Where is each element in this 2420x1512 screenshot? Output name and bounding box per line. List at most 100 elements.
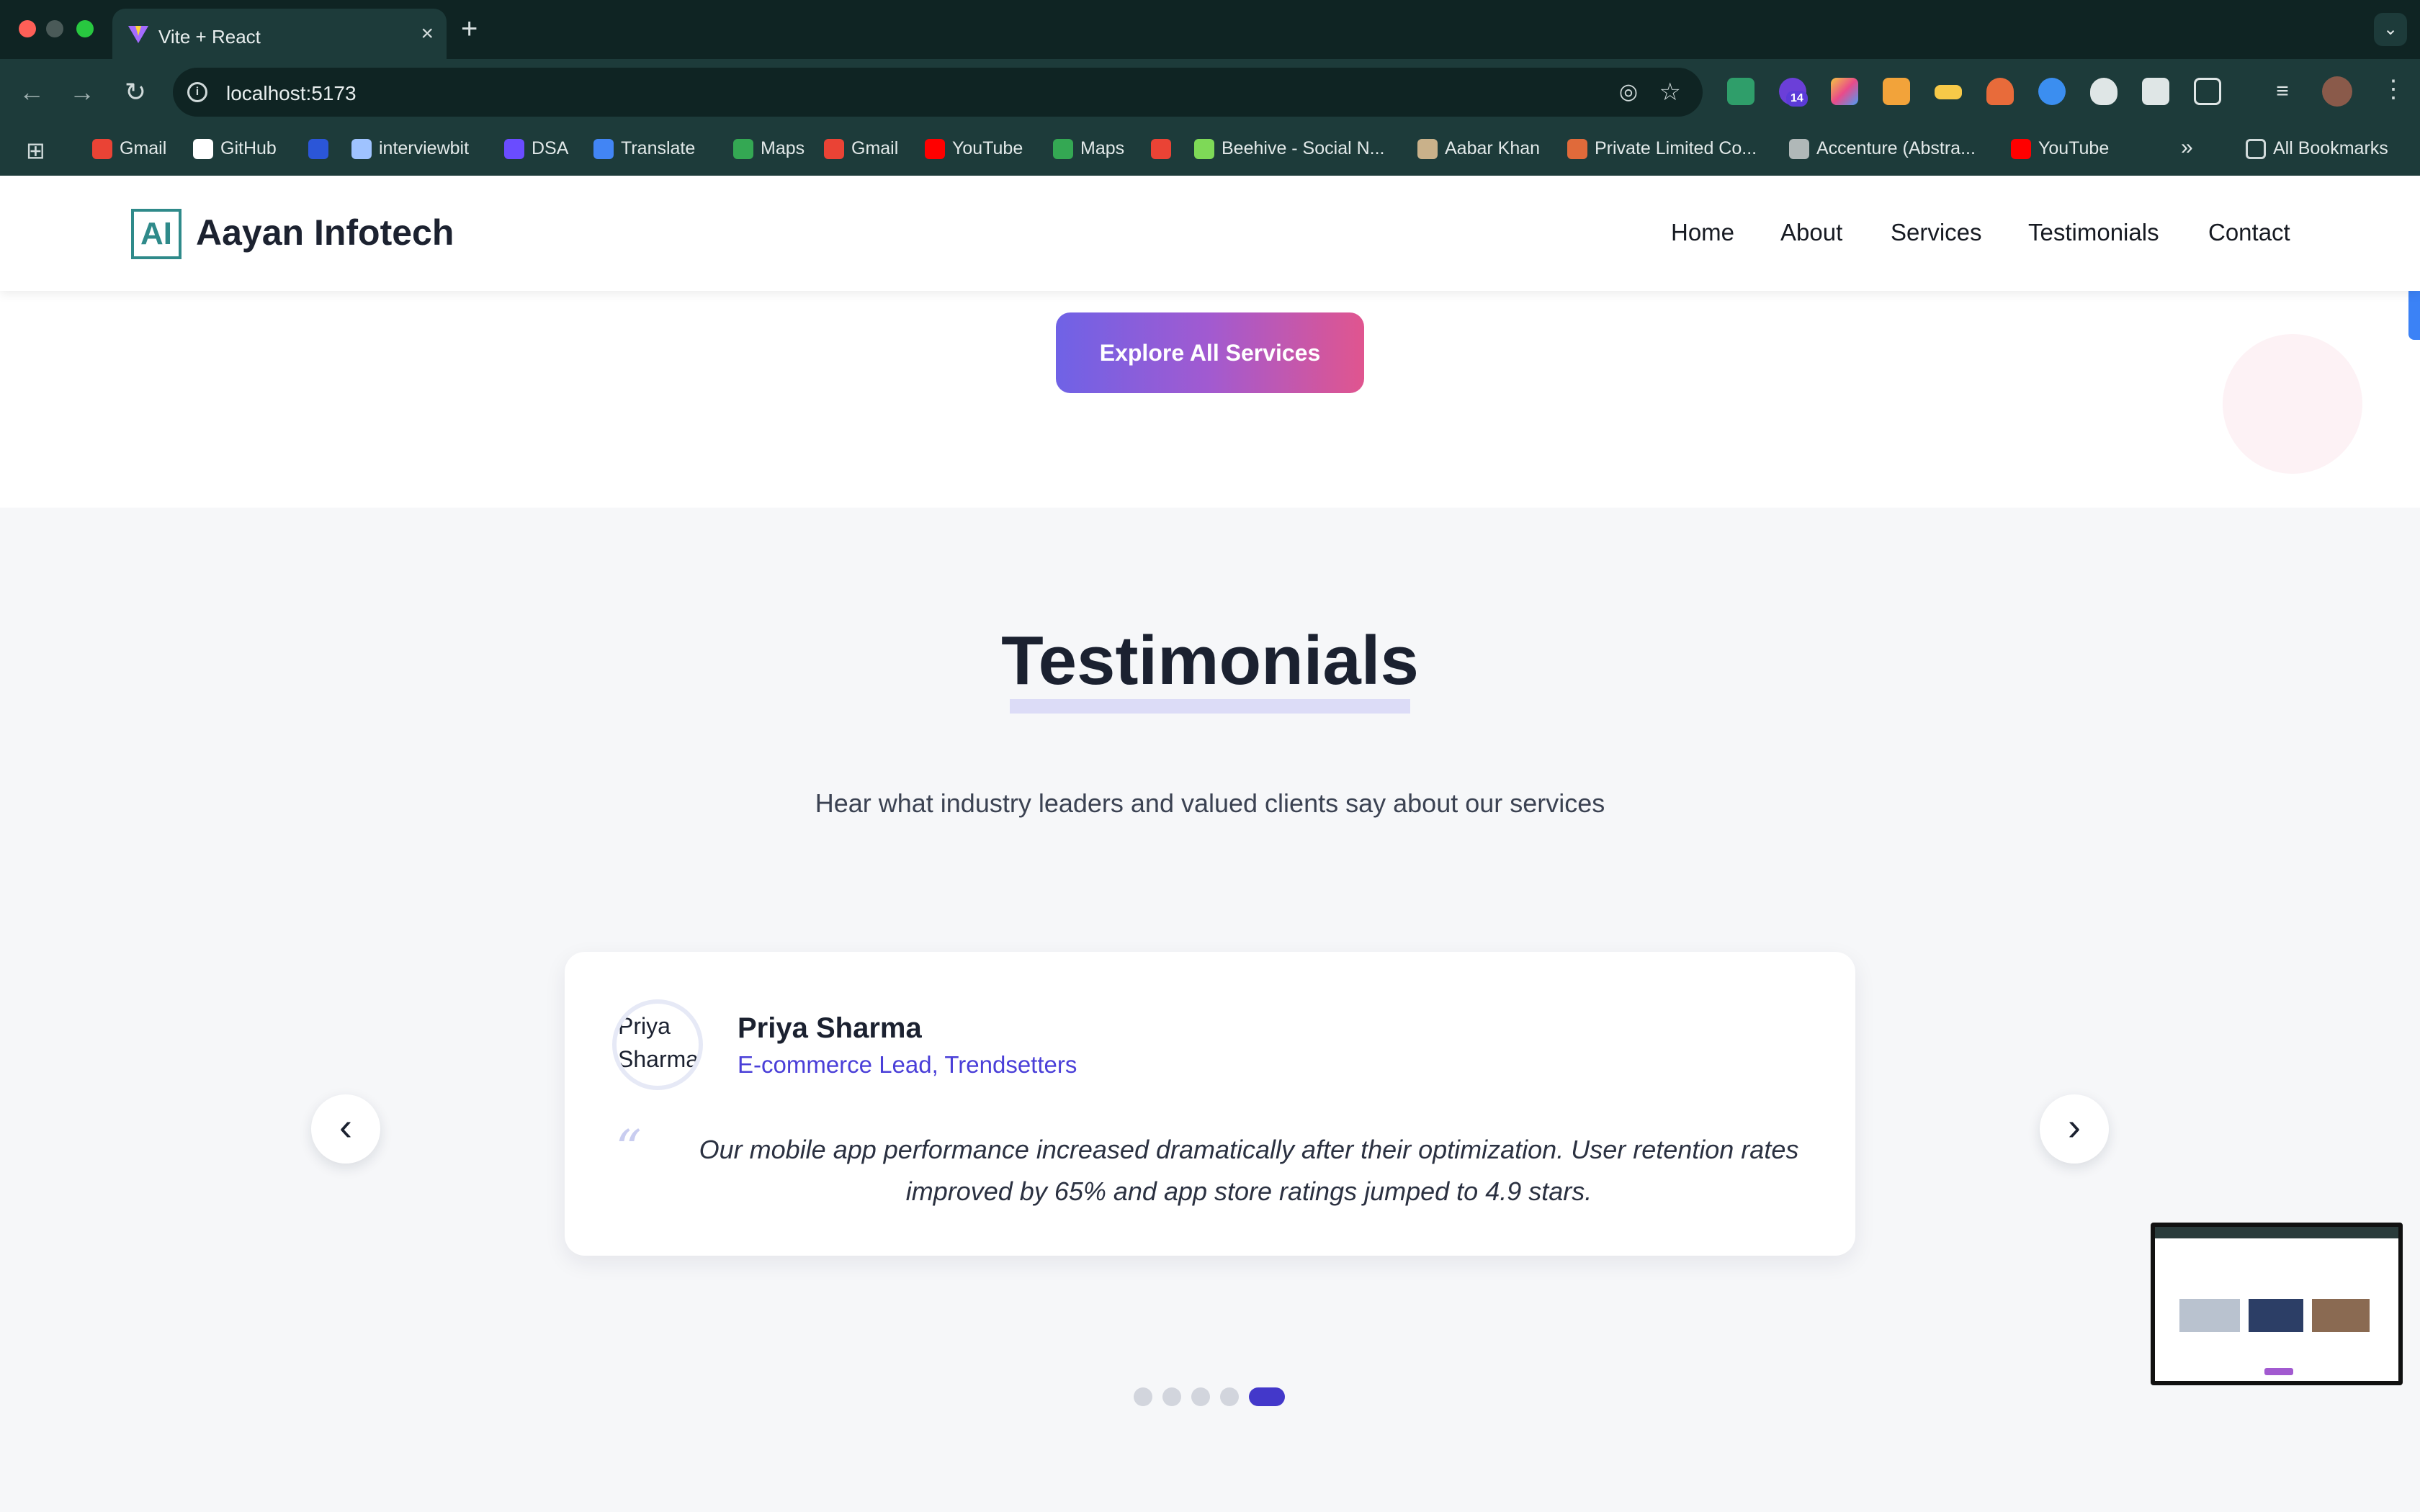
bookmark-label: Gmail: [120, 138, 167, 158]
nav-services[interactable]: Services: [1891, 219, 1982, 246]
quote-icon: “: [615, 1119, 642, 1179]
bookmark-item[interactable]: GitHub: [193, 138, 277, 160]
thumbnail-image: [2179, 1299, 2240, 1332]
site-info-icon[interactable]: i: [187, 82, 207, 102]
bookmark-item[interactable]: YouTube: [2011, 138, 2110, 160]
bookmark-label: Gmail: [851, 138, 899, 158]
bookmark-label: YouTube: [2038, 138, 2110, 158]
bookmark-favicon-icon: [1053, 139, 1073, 160]
nav-home[interactable]: Home: [1671, 219, 1734, 246]
web-page: AI Aayan Infotech Home About Services Te…: [0, 176, 2420, 1512]
tab-close-icon[interactable]: ×: [421, 22, 434, 46]
reload-icon[interactable]: ↻: [118, 75, 153, 109]
bookmark-label: YouTube: [952, 138, 1023, 158]
qr-code-extension-icon[interactable]: [2142, 78, 2169, 105]
nav-testimonials[interactable]: Testimonials: [2028, 219, 2159, 246]
back-icon[interactable]: ←: [14, 75, 49, 109]
close-window-button[interactable]: [19, 20, 36, 37]
bookmark-star-icon[interactable]: ☆: [1659, 78, 1681, 107]
bookmark-favicon-icon: [1417, 139, 1438, 160]
section-title: Testimonials: [1001, 622, 1419, 699]
bookmark-item[interactable]: Maps: [1053, 138, 1125, 160]
tab-strip: Vite + React × + ⌄: [0, 0, 2420, 59]
bookmark-favicon-icon: [925, 139, 945, 160]
bookmark-label: Maps: [1080, 138, 1125, 158]
bookmark-label: Beehive - Social N...: [1222, 138, 1385, 158]
bookmark-item[interactable]: Accenture (Abstra...: [1789, 138, 1976, 160]
sheets-extension-icon[interactable]: [1727, 78, 1754, 105]
bookmark-label: Translate: [621, 138, 696, 158]
slide-dot[interactable]: [1191, 1387, 1210, 1406]
bookmark-item[interactable]: Aabar Khan: [1417, 138, 1540, 160]
wallet-extension-icon[interactable]: [1935, 85, 1962, 99]
minimize-window-button[interactable]: [46, 20, 63, 37]
bookmark-item[interactable]: Private Limited Co...: [1567, 138, 1757, 160]
tab-preview-thumbnail[interactable]: [2151, 1223, 2403, 1385]
bookmark-item[interactable]: [1151, 138, 1178, 160]
bookmark-item[interactable]: Gmail: [92, 138, 167, 160]
eye-slash-icon[interactable]: ◎: [1619, 79, 1638, 104]
bookmark-item[interactable]: YouTube: [925, 138, 1023, 160]
bookmark-item[interactable]: Translate: [593, 138, 696, 160]
bookmark-item[interactable]: Beehive - Social N...: [1194, 138, 1385, 160]
thumbnail-image: [2312, 1299, 2370, 1332]
bookmark-item[interactable]: [308, 138, 336, 160]
folder-icon: [2246, 139, 2266, 160]
url-text[interactable]: localhost:5173: [226, 82, 357, 105]
client-name: Priya Sharma: [738, 1012, 922, 1044]
browser-menu-icon[interactable]: ⋮: [2381, 75, 2406, 104]
bookmark-label: Accenture (Abstra...: [1816, 138, 1976, 158]
chevron-right-icon: ›: [2068, 1105, 2081, 1148]
slide-dot[interactable]: [1162, 1387, 1181, 1406]
all-bookmarks-folder[interactable]: All Bookmarks: [2246, 138, 2388, 160]
bookmarks-overflow-icon[interactable]: »: [2181, 135, 2193, 160]
brand-name[interactable]: Aayan Infotech: [196, 212, 454, 253]
bookmark-item[interactable]: DSA: [504, 138, 569, 160]
bookmark-favicon-icon: [1567, 139, 1587, 160]
next-slide-button[interactable]: ›: [2040, 1094, 2109, 1164]
browser-tab[interactable]: Vite + React ×: [112, 9, 447, 59]
extension-icon[interactable]: [1986, 78, 2014, 105]
nav-about[interactable]: About: [1780, 219, 1842, 246]
all-bookmarks-label: All Bookmarks: [2273, 138, 2388, 158]
slide-dot[interactable]: [1134, 1387, 1152, 1406]
previous-slide-button[interactable]: ‹: [311, 1094, 380, 1164]
color-picker-extension-icon[interactable]: [1831, 78, 1858, 105]
bookmark-favicon-icon: [351, 139, 372, 160]
bookmark-label: Private Limited Co...: [1595, 138, 1757, 158]
extension-badge: 14: [1786, 91, 1808, 107]
testimonials-section: Testimonials Hear what industry leaders …: [0, 508, 2420, 1512]
bookmark-item[interactable]: Gmail: [824, 138, 899, 160]
apps-grid-icon[interactable]: ⊞: [26, 137, 45, 164]
vite-logo-icon: [128, 26, 148, 43]
forward-icon[interactable]: →: [65, 75, 99, 109]
extension-icon[interactable]: [1883, 78, 1910, 105]
reading-list-icon[interactable]: ≡: [2269, 78, 2296, 105]
bookmark-item[interactable]: interviewbit: [351, 138, 469, 160]
brand-logo-icon[interactable]: AI: [131, 209, 182, 259]
extension-icon[interactable]: [2038, 78, 2066, 105]
slide-dot[interactable]: [1249, 1387, 1285, 1406]
thumbnail-toolbar: [2155, 1227, 2398, 1238]
tab-search-button[interactable]: ⌄: [2374, 13, 2407, 46]
section-subtitle: Hear what industry leaders and valued cl…: [815, 788, 1605, 818]
profile-avatar[interactable]: [2322, 76, 2352, 107]
avatar: Priya Sharma: [612, 999, 703, 1090]
bookmark-label: DSA: [532, 138, 569, 158]
slide-dot[interactable]: [1220, 1387, 1239, 1406]
thumbnail-image: [2249, 1299, 2303, 1332]
bookmark-label: GitHub: [220, 138, 277, 158]
bookmark-favicon-icon: [1151, 139, 1171, 160]
maximize-window-button[interactable]: [76, 20, 94, 37]
new-tab-button[interactable]: +: [461, 13, 478, 45]
title-underline: [1010, 699, 1410, 714]
nav-contact[interactable]: Contact: [2208, 219, 2290, 246]
shield-extension-icon[interactable]: [2090, 78, 2118, 105]
thumbnail-button: [2264, 1368, 2293, 1375]
bookmark-item[interactable]: Maps: [733, 138, 805, 160]
puzzle-extensions-icon[interactable]: [2194, 78, 2221, 105]
bookmark-favicon-icon: [193, 139, 213, 160]
address-bar[interactable]: i localhost:5173 ◎ ☆: [173, 68, 1703, 117]
bookmark-favicon-icon: [308, 139, 328, 160]
explore-all-services-button[interactable]: Explore All Services: [1056, 312, 1364, 393]
